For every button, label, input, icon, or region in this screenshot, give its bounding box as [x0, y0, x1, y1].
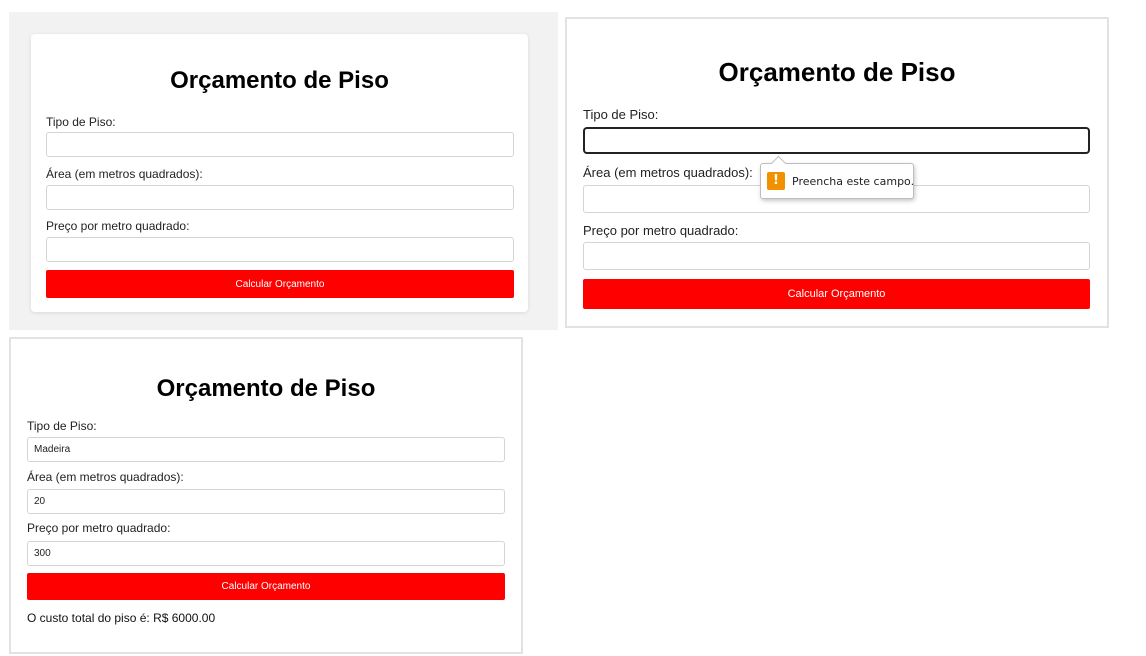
tooltip-arrow: [770, 155, 787, 172]
warning-icon: !: [767, 172, 785, 190]
area-input[interactable]: [46, 185, 514, 210]
area-label: Área (em metros quadrados):: [46, 167, 203, 181]
screenshot-initial-form: Orçamento de Piso Tipo de Piso: Área (em…: [9, 12, 558, 330]
preco-input[interactable]: [583, 242, 1090, 270]
preco-input[interactable]: [46, 237, 514, 262]
tipo-piso-input[interactable]: [27, 437, 505, 462]
tipo-piso-label: Tipo de Piso:: [27, 419, 97, 433]
screenshot-result: Orçamento de Piso Tipo de Piso: Área (em…: [9, 337, 523, 654]
calcular-orcamento-button[interactable]: Calcular Orçamento: [27, 573, 505, 600]
preco-label: Preço por metro quadrado:: [27, 521, 171, 535]
tipo-piso-input[interactable]: [46, 132, 514, 157]
tipo-piso-label: Tipo de Piso:: [583, 107, 659, 122]
calcular-orcamento-button[interactable]: Calcular Orçamento: [46, 270, 514, 298]
page-title: Orçamento de Piso: [156, 375, 376, 402]
calcular-orcamento-button[interactable]: Calcular Orçamento: [583, 279, 1090, 309]
tipo-piso-input-focused[interactable]: [583, 127, 1090, 154]
preco-label: Preço por metro quadrado:: [583, 223, 739, 238]
validation-tooltip: ! Preencha este campo.: [760, 155, 915, 199]
page-title: Orçamento de Piso: [718, 57, 956, 87]
form-card: Orçamento de Piso Tipo de Piso: Área (em…: [31, 34, 528, 312]
page-title: Orçamento de Piso: [170, 67, 389, 94]
tooltip-message: Preencha este campo.: [792, 175, 915, 188]
area-input[interactable]: [27, 489, 505, 514]
area-label: Área (em metros quadrados):: [27, 470, 184, 484]
preco-input[interactable]: [27, 541, 505, 566]
result-text: O custo total do piso é: R$ 6000.00: [27, 611, 216, 625]
tipo-piso-label: Tipo de Piso:: [46, 115, 116, 129]
area-label: Área (em metros quadrados):: [583, 165, 753, 180]
preco-label: Preço por metro quadrado:: [46, 219, 190, 233]
screenshot-validation: Orçamento de Piso Tipo de Piso: Área (em…: [565, 17, 1109, 328]
